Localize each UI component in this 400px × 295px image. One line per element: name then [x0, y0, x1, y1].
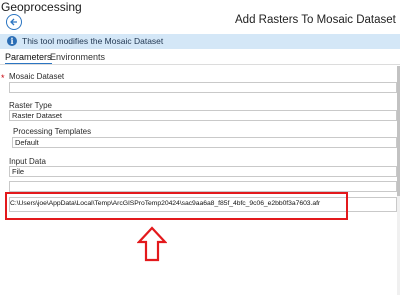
mosaic-dataset-label: Mosaic Dataset	[9, 72, 65, 81]
divider	[0, 64, 400, 65]
info-icon: i	[7, 36, 17, 46]
tab-parameters[interactable]: Parameters	[5, 52, 52, 65]
required-marker: *	[1, 73, 5, 83]
input-data-type-select[interactable]: File	[9, 166, 397, 177]
tool-header: Add Rasters To Mosaic Dataset	[0, 9, 400, 33]
info-message: This tool modifies the Mosaic Dataset	[22, 36, 164, 46]
annotation-highlight-box	[5, 192, 348, 220]
info-banner: i This tool modifies the Mosaic Dataset	[0, 34, 400, 49]
processing-templates-label: Processing Templates	[13, 127, 92, 136]
raster-type-label: Raster Type	[9, 101, 52, 110]
tool-title: Add Rasters To Mosaic Dataset	[235, 14, 396, 26]
input-data-row-empty[interactable]	[9, 181, 397, 192]
raster-type-select[interactable]: Raster Dataset	[9, 110, 397, 121]
input-data-label: Input Data	[9, 157, 46, 166]
up-arrow-outline-icon	[136, 226, 168, 267]
tab-bar: Parameters Environments	[0, 51, 400, 65]
processing-templates-select[interactable]: Default	[12, 137, 397, 148]
tab-label: Environments	[50, 52, 106, 62]
tab-environments[interactable]: Environments	[50, 52, 105, 62]
mosaic-dataset-field[interactable]	[9, 82, 397, 93]
back-arrow-circle-icon[interactable]	[6, 14, 22, 30]
tab-label: Parameters	[5, 52, 52, 62]
